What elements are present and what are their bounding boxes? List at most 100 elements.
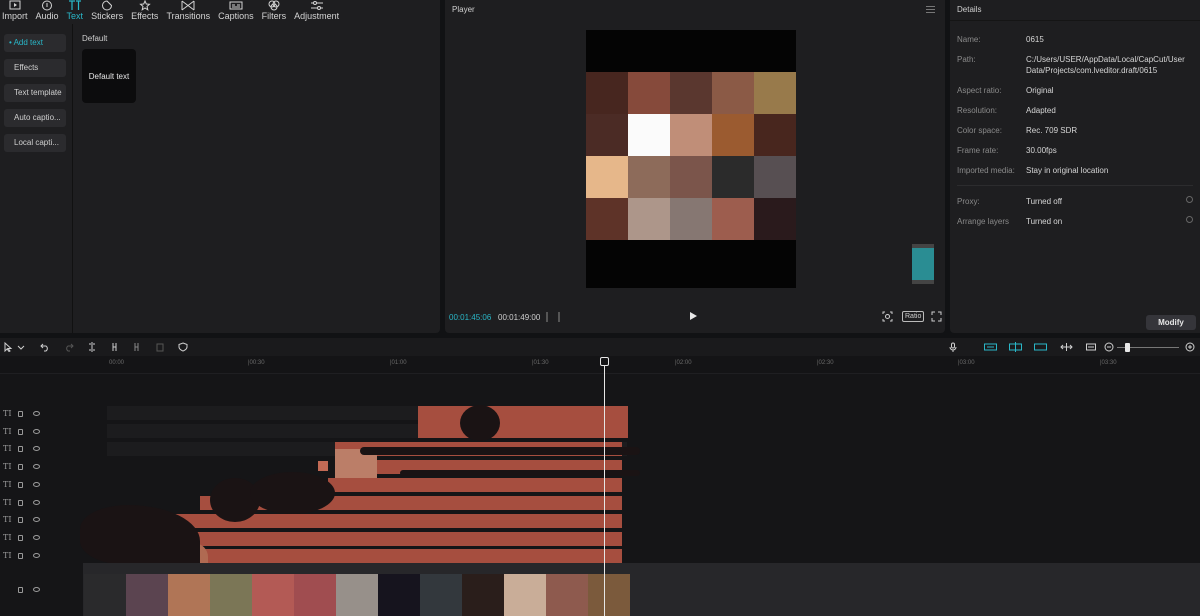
- eye-icon[interactable]: [33, 587, 40, 592]
- tab-captions[interactable]: Captions: [218, 0, 254, 24]
- chevron-down-icon[interactable]: [16, 342, 26, 352]
- lock-icon[interactable]: [18, 587, 23, 593]
- playhead[interactable]: [604, 360, 605, 616]
- mosaic-cell: [712, 198, 754, 240]
- lock-icon[interactable]: [18, 464, 23, 471]
- text-track-header: TI: [0, 548, 75, 565]
- tab-stickers[interactable]: Stickers: [91, 0, 123, 24]
- linkage-icon[interactable]: [1034, 342, 1047, 352]
- mosaic-cell: [628, 198, 670, 240]
- info-icon[interactable]: [1186, 216, 1193, 223]
- lock-icon[interactable]: [18, 411, 23, 417]
- playhead-handle[interactable]: [600, 357, 609, 366]
- ruler-label: |02:30: [817, 360, 834, 366]
- tab-filters[interactable]: Filters: [261, 0, 287, 24]
- eye-icon[interactable]: [33, 464, 40, 470]
- ruler-label: |03:00: [958, 360, 975, 366]
- zoom-in-icon[interactable]: [1185, 342, 1195, 352]
- tab-text[interactable]: Text: [66, 0, 84, 24]
- text-track-icon: TI: [3, 462, 12, 472]
- ratio-button[interactable]: Ratio: [902, 311, 925, 322]
- player-panel: Player 00:01:45:06 00:01:49:00 Ratio: [445, 0, 945, 333]
- shield-icon[interactable]: [178, 342, 188, 352]
- text-clip[interactable]: [318, 461, 328, 471]
- lock-icon[interactable]: [18, 534, 23, 541]
- lock-icon[interactable]: [18, 499, 23, 506]
- microphone-icon[interactable]: [948, 342, 958, 352]
- lock-icon[interactable]: [18, 446, 23, 453]
- text-track-header: TI: [0, 406, 75, 423]
- redo-icon[interactable]: [64, 342, 74, 352]
- zoom-out-icon[interactable]: [1104, 342, 1114, 352]
- overlay-shape: [250, 472, 335, 514]
- eye-icon[interactable]: [33, 481, 40, 487]
- eye-icon[interactable]: [33, 517, 40, 523]
- field-label: Path:: [957, 55, 976, 64]
- media-tabbar: Import Audio Text Stickers Effects Trans…: [0, 0, 440, 24]
- eye-icon[interactable]: [33, 411, 40, 416]
- text-clip[interactable]: [418, 406, 628, 438]
- preview-axis-icon[interactable]: [1060, 342, 1073, 352]
- split-icon[interactable]: [87, 342, 97, 352]
- ruler-label: |03:30: [1100, 360, 1117, 366]
- sidebar-item-local-captions[interactable]: Local capti...: [4, 134, 66, 152]
- tab-label: Text: [66, 11, 84, 21]
- eye-icon[interactable]: [33, 446, 40, 452]
- caption-icon[interactable]: [1086, 342, 1096, 352]
- ruler-label: |02:00: [675, 360, 692, 366]
- lock-icon[interactable]: [18, 428, 23, 435]
- overlay-shape: [360, 447, 640, 455]
- overlay-shape: [460, 405, 500, 441]
- sidebar-item-text-template[interactable]: Text template: [4, 84, 66, 102]
- sidebar-item-auto-captions[interactable]: Auto captio...: [4, 109, 66, 127]
- field-value: C:/Users/USER/AppData/Local/CapCut/User …: [1026, 55, 1185, 75]
- mosaic-cell: [628, 72, 670, 114]
- info-icon[interactable]: [1186, 196, 1193, 203]
- video-thumbnail: [546, 574, 588, 616]
- fullscreen-icon[interactable]: [931, 311, 942, 322]
- sidebar-item-add-text[interactable]: • Add text: [4, 34, 66, 52]
- tab-label: Effects: [131, 11, 159, 21]
- timecode-format-icon[interactable]: [546, 312, 560, 322]
- sidebar-item-effects[interactable]: Effects: [4, 59, 66, 77]
- eye-icon[interactable]: [33, 552, 40, 558]
- delete-icon[interactable]: [155, 342, 165, 352]
- mosaic-cell: [586, 114, 628, 156]
- play-button[interactable]: [690, 312, 697, 320]
- tab-label: Filters: [261, 11, 287, 21]
- tab-audio[interactable]: Audio: [36, 0, 59, 24]
- text-clip[interactable]: [328, 478, 622, 492]
- eye-icon[interactable]: [33, 499, 40, 505]
- video-thumbnail: [504, 574, 546, 616]
- main-track-magnet-icon[interactable]: [984, 342, 997, 352]
- menu-icon[interactable]: [926, 6, 935, 13]
- lock-icon[interactable]: [18, 481, 23, 488]
- tab-adjustment[interactable]: Adjustment: [294, 0, 339, 24]
- lock-icon[interactable]: [18, 517, 23, 524]
- tab-effects[interactable]: Effects: [131, 0, 158, 24]
- default-text-card[interactable]: Default text: [82, 49, 136, 103]
- pixelated-preview-image: [586, 72, 796, 240]
- zoom-slider-handle[interactable]: [1125, 343, 1130, 352]
- adjustment-icon: [310, 1, 323, 10]
- crop-icon[interactable]: [882, 311, 893, 322]
- auto-snapping-icon[interactable]: [1009, 342, 1022, 352]
- modify-button[interactable]: Modify: [1146, 315, 1196, 330]
- undo-icon[interactable]: [40, 342, 50, 352]
- text-track-icon: TI: [3, 515, 12, 525]
- tab-transitions[interactable]: Transitions: [166, 0, 210, 24]
- text-clip[interactable]: [120, 514, 622, 528]
- tab-import[interactable]: Import: [2, 0, 28, 24]
- field-value: Adapted: [1026, 106, 1056, 115]
- eye-icon[interactable]: [33, 534, 40, 540]
- split-left-icon[interactable]: [110, 342, 120, 352]
- text-track-icon: TI: [3, 532, 12, 542]
- mosaic-cell: [670, 72, 712, 114]
- video-thumbnail: [462, 574, 504, 616]
- mosaic-cell: [670, 114, 712, 156]
- lock-icon[interactable]: [18, 552, 23, 559]
- eye-icon[interactable]: [33, 428, 40, 434]
- select-tool-icon[interactable]: [3, 342, 13, 352]
- text-track-header: TI: [0, 477, 75, 494]
- split-right-icon[interactable]: [132, 342, 142, 352]
